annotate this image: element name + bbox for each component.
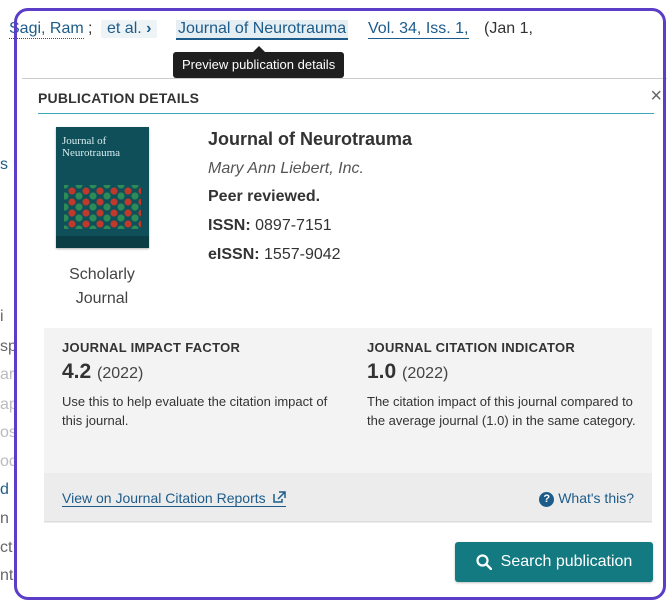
volume-link[interactable]: Vol. 34, Iss. 1, (368, 20, 469, 39)
cover-title-line: Neurotrauma (62, 147, 121, 159)
help-icon: ? (539, 492, 555, 507)
background-text: ap (0, 396, 18, 413)
issn: ISSN: 0897-7151 (208, 217, 332, 234)
background-text: ar (0, 366, 15, 383)
publication-details-panel: PUBLICATION DETAILS × Journal of Neurotr… (22, 78, 667, 600)
chevron-right-icon: › (146, 20, 152, 37)
et-al-button[interactable]: et al. › (101, 20, 158, 38)
metrics-footer: View on Journal Citation Reports ? What's… (44, 473, 652, 523)
background-text: nt (0, 567, 14, 584)
peer-reviewed: Peer reviewed. (208, 188, 321, 205)
cover-footer (56, 236, 149, 248)
journal-title-link[interactable]: Journal of Neurotrauma (176, 20, 349, 40)
metrics-section: JOURNAL IMPACT FACTOR 4.2 (2022) Use thi… (44, 328, 652, 523)
search-button-label: Search publication (500, 553, 633, 570)
eissn: eISSN: 1557-9042 (208, 246, 341, 263)
jcr-link[interactable]: View on Journal Citation Reports (62, 490, 286, 507)
panel-header: PUBLICATION DETAILS × (38, 85, 662, 114)
background-text: ct (0, 539, 13, 556)
background-text: od (0, 453, 18, 470)
background-text: s (0, 156, 8, 173)
metric-title: JOURNAL CITATION INDICATOR (367, 340, 576, 355)
background-text: n (0, 510, 9, 527)
background-text: os (0, 424, 17, 441)
background-text: i (0, 308, 4, 325)
publication-info: Journal of Neurotrauma Mary Ann Liebert,… (208, 129, 628, 275)
close-icon[interactable]: × (650, 85, 662, 108)
background-text: d (0, 481, 9, 498)
background-text: sp (0, 338, 17, 355)
publication-date: (Jan 1, (484, 20, 533, 37)
panel-title: PUBLICATION DETAILS (38, 90, 200, 106)
citation-line: Sagi, Ram ; et al. › Journal of Neurotra… (0, 16, 667, 46)
journal-cover-image: Journal of Neurotrauma (56, 127, 149, 248)
cover-title-line: Journal of (62, 135, 107, 147)
tooltip: Preview publication details (173, 46, 345, 78)
metric-value: 1.0 (2022) (367, 360, 449, 383)
journal-name: Journal of Neurotrauma (208, 129, 413, 149)
search-publication-button[interactable]: Search publication (455, 542, 653, 582)
search-icon (476, 554, 492, 570)
divider (44, 521, 652, 522)
cover-pattern (64, 185, 141, 229)
journal-citation-indicator: JOURNAL CITATION INDICATOR 1.0 (2022) Th… (367, 340, 637, 430)
whats-this-link[interactable]: ? What's this? (539, 490, 634, 507)
external-link-icon (270, 491, 286, 506)
author-link[interactable]: Sagi, Ram (9, 20, 84, 39)
metric-description: Use this to help evaluate the citation i… (62, 394, 328, 428)
journal-impact-factor: JOURNAL IMPACT FACTOR 4.2 (2022) Use thi… (62, 340, 332, 430)
publisher: Mary Ann Liebert, Inc. (208, 160, 364, 177)
author-separator: ; (88, 20, 93, 37)
publication-type: Scholarly Journal (69, 266, 135, 307)
metric-value: 4.2 (2022) (62, 360, 144, 383)
metric-title: JOURNAL IMPACT FACTOR (62, 340, 241, 355)
metric-description: The citation impact of this journal comp… (367, 394, 636, 428)
